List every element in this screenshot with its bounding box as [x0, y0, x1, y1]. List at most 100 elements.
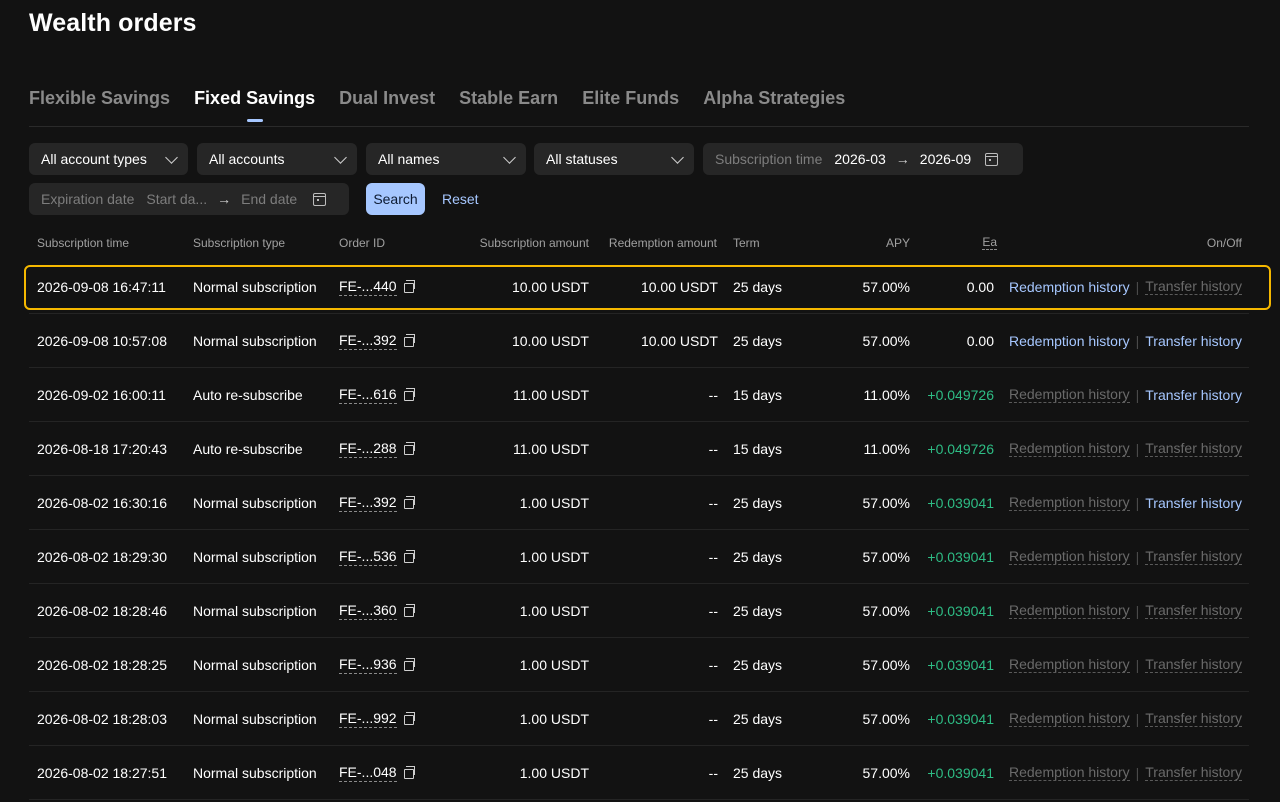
names-select[interactable]: All names	[366, 143, 526, 175]
cell-redemption-amount: --	[708, 764, 718, 781]
accounts-select[interactable]: All accounts	[197, 143, 357, 175]
copy-icon[interactable]	[403, 549, 415, 563]
tabs-divider	[29, 126, 1249, 127]
copy-icon[interactable]	[403, 603, 415, 617]
transfer-history-link[interactable]: Transfer history	[1145, 710, 1242, 727]
cell-actions: Redemption history | Transfer history	[1009, 368, 1242, 421]
transfer-history-link[interactable]: Transfer history	[1145, 278, 1242, 295]
table-row: 2026-08-02 18:28:46 Normal subscription FE…	[29, 584, 1249, 638]
tab-elite-funds[interactable]: Elite Funds	[582, 88, 679, 109]
redemption-history-link[interactable]: Redemption history	[1009, 710, 1130, 727]
tab-stable-earn[interactable]: Stable Earn	[459, 88, 558, 109]
redemption-history-link[interactable]: Redemption history	[1009, 602, 1130, 619]
cell-order-id: FE-...992	[339, 692, 415, 745]
cell-subscription-amount: 1.00 USDT	[519, 602, 589, 619]
cell-apy: 57.00%	[862, 656, 910, 673]
copy-icon[interactable]	[403, 765, 415, 779]
table-row: 2026-08-02 18:28:25 Normal subscription FE…	[29, 638, 1249, 692]
copy-icon[interactable]	[403, 387, 415, 401]
cell-apy: 57.00%	[862, 548, 910, 565]
copy-icon[interactable]	[403, 333, 415, 347]
transfer-history-link[interactable]: Transfer history	[1145, 333, 1242, 349]
transfer-history-link[interactable]: Transfer history	[1145, 656, 1242, 673]
cell-redemption-amount: --	[708, 602, 718, 619]
redemption-history-link[interactable]: Redemption history	[1009, 656, 1130, 673]
table-row: 2026-09-08 16:47:11 Normal subscription FE…	[29, 260, 1249, 314]
transfer-history-link[interactable]: Transfer history	[1145, 387, 1242, 403]
copy-icon[interactable]	[403, 279, 415, 293]
copy-icon[interactable]	[403, 441, 415, 455]
cell-order-id: FE-...616	[339, 368, 415, 421]
order-id-text[interactable]: FE-...616	[339, 386, 397, 404]
copy-icon[interactable]	[403, 495, 415, 509]
table-row: 2026-09-02 16:00:11 Auto re-subscribe FE-.…	[29, 368, 1249, 422]
cell-apy: 57.00%	[862, 764, 910, 781]
order-id-text[interactable]: FE-...440	[339, 278, 397, 296]
redemption-history-link[interactable]: Redemption history	[1009, 764, 1130, 781]
cell-subscription-type: Normal subscription	[193, 710, 317, 727]
order-id-text[interactable]: FE-...392	[339, 494, 397, 512]
subscription-time-start[interactable]: 2026-03	[834, 151, 885, 167]
expiration-date-label: Expiration date	[41, 191, 135, 207]
cell-redemption-amount: --	[708, 656, 718, 673]
expiration-date-range[interactable]: Expiration date Start da... → End date	[29, 183, 349, 215]
reset-button[interactable]: Reset	[442, 183, 479, 215]
order-id-text[interactable]: FE-...392	[339, 332, 397, 350]
table-row: 2026-08-02 18:29:30 Normal subscription FE…	[29, 530, 1249, 584]
cell-term: 25 days	[733, 548, 783, 565]
table-row: 2026-08-02 18:27:51 Normal subscription FE…	[29, 746, 1249, 800]
redemption-history-link[interactable]: Redemption history	[1009, 333, 1130, 349]
account-type-select[interactable]: All account types	[29, 143, 188, 175]
expiration-end-input[interactable]: End date	[241, 191, 297, 207]
redemption-history-link[interactable]: Redemption history	[1009, 279, 1130, 295]
cell-subscription-type: Normal subscription	[193, 764, 317, 781]
page-title: Wealth orders	[29, 9, 197, 37]
tab-alpha-strategies[interactable]: Alpha Strategies	[703, 88, 845, 109]
header-earnings[interactable]: Ea	[982, 236, 997, 250]
search-button[interactable]: Search	[366, 183, 425, 215]
tab-dual-invest[interactable]: Dual Invest	[339, 88, 435, 109]
header-subscription-type: Subscription type	[193, 236, 286, 250]
cell-apy: 57.00%	[862, 332, 910, 349]
subscription-time-end[interactable]: 2026-09	[920, 151, 971, 167]
subscription-time-range[interactable]: Subscription time 2026-03 → 2026-09	[703, 143, 1023, 175]
cell-earnings: +0.039041	[927, 710, 994, 727]
order-id-text[interactable]: FE-...936	[339, 656, 397, 674]
tab-flexible-savings[interactable]: Flexible Savings	[29, 88, 170, 109]
calendar-icon[interactable]	[313, 192, 327, 206]
transfer-history-link[interactable]: Transfer history	[1145, 602, 1242, 619]
cell-term: 25 days	[733, 656, 783, 673]
order-id-text[interactable]: FE-...360	[339, 602, 397, 620]
transfer-history-link[interactable]: Transfer history	[1145, 764, 1242, 781]
copy-icon[interactable]	[403, 657, 415, 671]
order-id-text[interactable]: FE-...992	[339, 710, 397, 728]
tab-fixed-savings[interactable]: Fixed Savings	[194, 88, 315, 109]
transfer-history-link[interactable]: Transfer history	[1145, 548, 1242, 565]
redemption-history-link[interactable]: Redemption history	[1009, 386, 1130, 403]
redemption-history-link[interactable]: Redemption history	[1009, 440, 1130, 457]
cell-term: 15 days	[733, 386, 783, 403]
cell-subscription-time: 2026-09-08 10:57:08	[37, 332, 167, 349]
table-row: 2026-08-18 17:20:43 Auto re-subscribe FE-.…	[29, 422, 1249, 476]
chevron-down-icon	[503, 150, 516, 164]
header-order-id: Order ID	[339, 236, 386, 250]
transfer-history-link[interactable]: Transfer history	[1145, 440, 1242, 457]
redemption-history-link[interactable]: Redemption history	[1009, 494, 1130, 511]
redemption-history-link[interactable]: Redemption history	[1009, 548, 1130, 565]
order-id-text[interactable]: FE-...048	[339, 764, 397, 782]
cell-earnings: +0.039041	[927, 764, 994, 781]
chevron-down-icon	[671, 150, 684, 164]
order-id-text[interactable]: FE-...288	[339, 440, 397, 458]
cell-term: 25 days	[733, 494, 783, 511]
transfer-history-link[interactable]: Transfer history	[1145, 495, 1242, 511]
account-type-select-label: All account types	[41, 151, 147, 167]
order-id-text[interactable]: FE-...536	[339, 548, 397, 566]
cell-subscription-amount: 10.00 USDT	[511, 278, 589, 295]
cell-redemption-amount: --	[708, 440, 718, 457]
expiration-start-input[interactable]: Start da...	[146, 191, 207, 207]
cell-term: 15 days	[733, 440, 783, 457]
cell-subscription-time: 2026-08-02 18:27:51	[37, 764, 167, 781]
copy-icon[interactable]	[403, 711, 415, 725]
statuses-select[interactable]: All statuses	[534, 143, 694, 175]
calendar-icon[interactable]	[985, 152, 999, 166]
